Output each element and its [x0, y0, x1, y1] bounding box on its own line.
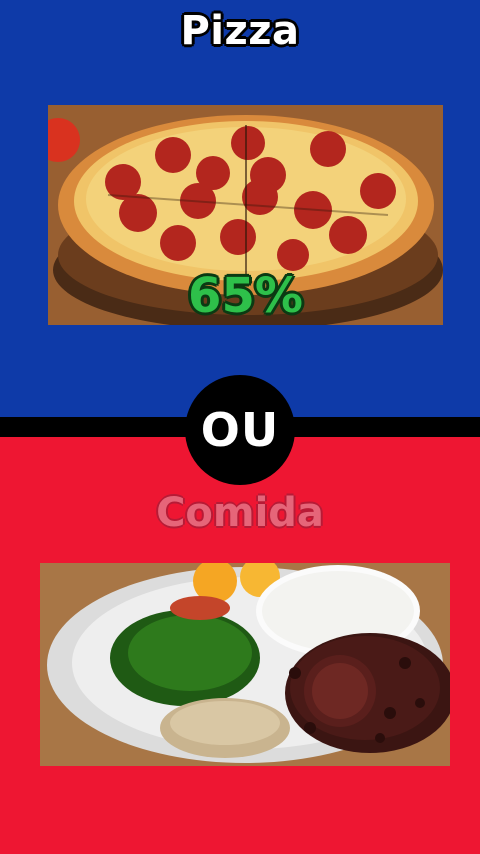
option-a-percentage: 65%: [188, 268, 303, 324]
feijoada-image: [40, 563, 450, 766]
option-a-title: Pizza: [180, 8, 300, 54]
ou-separator: OU: [185, 375, 295, 485]
ou-label: OU: [200, 403, 280, 457]
option-b-title: Comida: [156, 490, 324, 536]
